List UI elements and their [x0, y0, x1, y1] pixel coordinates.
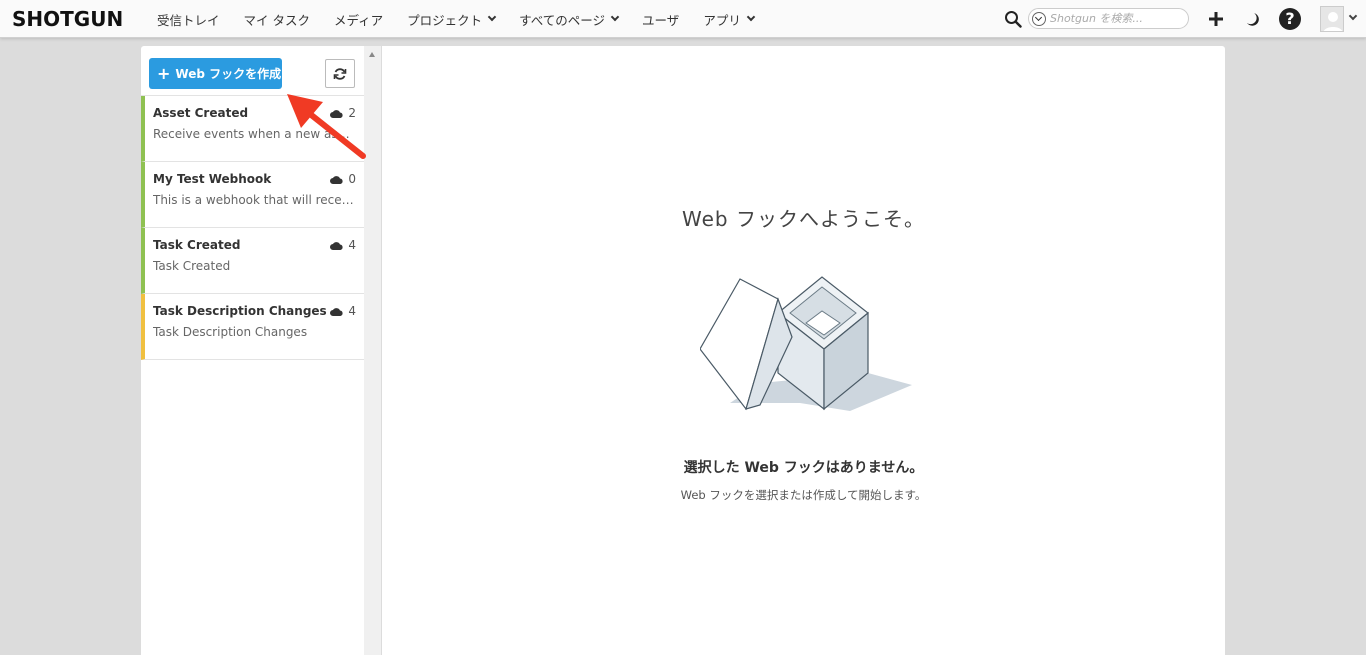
nav-apps[interactable]: アプリ [703, 10, 756, 29]
webhook-description: Task Description Changes [153, 325, 308, 339]
create-webhook-label: Web フックを作成 [175, 67, 282, 81]
webhook-name: Task Created [153, 238, 241, 252]
plus-icon: + [157, 64, 171, 83]
webhook-description: Task Created [153, 259, 231, 273]
webhook-delivery-count: 4 [330, 304, 356, 318]
webhook-count: 4 [348, 238, 356, 252]
cloud-icon [330, 241, 343, 250]
nav-all-pages[interactable]: すべてのページ [519, 10, 620, 29]
webhook-item[interactable]: Task Created 4 Task Created [141, 228, 364, 294]
plus-icon[interactable] [1206, 9, 1226, 29]
cloud-icon [330, 175, 343, 184]
search-icon[interactable] [1004, 10, 1022, 28]
refresh-button[interactable] [325, 59, 355, 88]
chevron-down-icon [746, 12, 756, 22]
help-icon[interactable]: ? [1279, 8, 1301, 30]
empty-state-subtitle: Web フックを選択または作成して開始します。 [680, 488, 927, 502]
main-nav: 受信トレイ マイ タスク メディア プロジェクト すべてのページ ユーザ アプリ [157, 0, 778, 38]
nav-projects[interactable]: プロジェクト [407, 10, 497, 29]
webhook-delivery-count: 0 [330, 172, 356, 186]
logo[interactable]: SHOTGUN [12, 7, 123, 31]
nav-all-pages-label: すべてのページ [519, 12, 606, 28]
annotation-arrow [287, 94, 366, 159]
webhook-detail-panel: Web フックへようこそ。 選択した Web フックはありません。 Web フッ… [382, 46, 1225, 655]
scroll-up-icon[interactable] [369, 52, 375, 57]
webhook-name: Asset Created [153, 106, 249, 120]
moon-icon[interactable] [1244, 11, 1260, 27]
welcome-heading: Web フックへようこそ。 [682, 207, 925, 231]
nav-my-tasks[interactable]: マイ タスク [244, 10, 310, 29]
webhook-name: My Test Webhook [153, 172, 272, 186]
nav-inbox[interactable]: 受信トレイ [157, 10, 220, 29]
webhook-item[interactable]: My Test Webhook 0 This is a webhook that… [141, 162, 364, 228]
webhook-description: This is a webhook that will receive even… [153, 193, 355, 207]
open-box-illustration [700, 276, 912, 411]
search-scope-dropdown-icon[interactable] [1032, 11, 1046, 26]
create-webhook-button[interactable]: + Web フックを作成 [149, 58, 282, 89]
chevron-down-icon[interactable] [1348, 11, 1358, 21]
chevron-down-icon [610, 12, 620, 22]
nav-media[interactable]: メディア [334, 10, 383, 29]
nav-projects-label: プロジェクト [407, 12, 483, 28]
top-bar: SHOTGUN 受信トレイ マイ タスク メディア プロジェクト すべてのページ… [0, 0, 1366, 38]
webhook-name: Task Description Changes [153, 304, 327, 318]
nav-users-label: ユーザ [642, 12, 680, 28]
webhook-count: 4 [348, 304, 356, 318]
nav-users[interactable]: ユーザ [642, 10, 679, 29]
nav-media-label: メディア [334, 12, 384, 28]
webhook-count: 0 [348, 172, 356, 186]
webhook-delivery-count: 4 [330, 238, 356, 252]
search-field[interactable] [1028, 8, 1189, 29]
avatar[interactable] [1320, 6, 1344, 32]
refresh-icon [333, 67, 347, 80]
cloud-icon [330, 307, 343, 316]
chevron-down-icon [487, 12, 497, 22]
webhook-item[interactable]: Task Description Changes 4 Task Descript… [141, 294, 364, 360]
nav-apps-label: アプリ [703, 12, 741, 28]
nav-inbox-label: 受信トレイ [157, 12, 220, 28]
search-input[interactable] [1050, 12, 1185, 25]
user-silhouette-icon [1323, 12, 1343, 31]
empty-state-title: 選択した Web フックはありません。 [683, 460, 924, 476]
nav-my-tasks-label: マイ タスク [243, 12, 310, 28]
